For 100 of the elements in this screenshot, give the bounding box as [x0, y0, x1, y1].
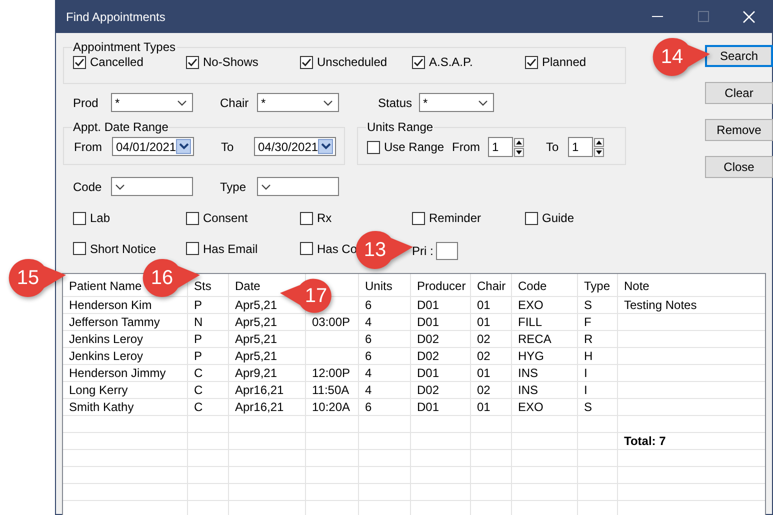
action-button[interactable]: Close — [705, 156, 773, 178]
table-cell: D02 — [417, 332, 440, 346]
column-header[interactable]: Patient Name — [69, 279, 142, 293]
checkbox[interactable] — [186, 242, 199, 255]
table-cell: D02 — [417, 349, 440, 363]
table-cell: 02 — [477, 383, 490, 397]
table-cell: EXO — [518, 298, 544, 312]
checkbox[interactable] — [412, 56, 425, 68]
table-cell: Jenkins Leroy — [69, 349, 144, 363]
dropdown-field[interactable]: * — [419, 93, 494, 112]
spin-up-icon[interactable] — [514, 138, 524, 146]
table-cell: P — [194, 349, 202, 363]
table-cell: Jefferson Tammy — [69, 315, 160, 329]
priority-field[interactable] — [436, 242, 458, 260]
chevron-down-icon — [323, 100, 333, 106]
checkbox[interactable] — [367, 140, 380, 154]
checkbox-label: Short Notice — [90, 242, 156, 256]
column-header[interactable]: Note — [624, 279, 650, 293]
table-cell: 10:20A — [312, 400, 350, 414]
field-label: Chair — [219, 96, 250, 110]
checkbox[interactable] — [300, 212, 313, 224]
action-button[interactable]: Remove — [705, 119, 773, 141]
column-header[interactable]: Code — [518, 279, 547, 293]
column-header[interactable]: Date — [235, 279, 260, 293]
spin-up-icon[interactable] — [594, 138, 604, 146]
dropdown-field[interactable] — [111, 177, 193, 196]
table-cell: N — [194, 315, 203, 329]
checkbox[interactable] — [412, 212, 425, 224]
group-title: Appt. Date Range — [72, 120, 170, 134]
spin-down-icon[interactable] — [514, 148, 524, 156]
date-field[interactable]: 04/01/2021 — [112, 137, 194, 156]
table-cell: 01 — [477, 298, 490, 312]
field-label: Type — [219, 180, 248, 194]
checkbox-label: Has Email — [203, 242, 258, 256]
date-field[interactable]: 04/30/2021 — [254, 137, 336, 156]
checkbox[interactable] — [525, 56, 538, 68]
table-cell: 01 — [477, 400, 490, 414]
checkbox[interactable] — [186, 56, 199, 68]
checkbox[interactable] — [186, 212, 199, 224]
table-cell: R — [584, 332, 593, 346]
column-header[interactable]: Producer — [417, 279, 466, 293]
action-button[interactable]: Clear — [705, 82, 773, 104]
table-cell: D01 — [417, 366, 440, 380]
number-field[interactable]: 1 — [488, 137, 514, 157]
checkbox-label: Reminder — [429, 211, 482, 225]
checkbox[interactable] — [73, 56, 86, 68]
dropdown-field[interactable] — [257, 177, 339, 196]
dropdown-field[interactable]: * — [111, 93, 193, 112]
dropdown-field[interactable]: * — [257, 93, 339, 112]
spin-down-icon[interactable] — [594, 148, 604, 156]
table-cell: 4 — [365, 383, 372, 397]
table-cell: INS — [518, 383, 538, 397]
number-field[interactable]: 1 — [568, 137, 594, 157]
field-label: Pri : — [412, 244, 434, 258]
field-label: Status — [377, 96, 414, 110]
checkbox[interactable] — [73, 212, 86, 224]
table-cell: Smith Kathy — [69, 400, 134, 414]
table-cell: Testing Notes — [624, 298, 697, 312]
column-header[interactable]: Units — [365, 279, 392, 293]
table-cell: S — [584, 298, 592, 312]
checkbox[interactable] — [525, 212, 538, 224]
table-cell: Henderson Jimmy — [69, 366, 166, 380]
column-header[interactable]: Type — [584, 279, 610, 293]
checkbox[interactable] — [300, 242, 313, 255]
checkbox[interactable] — [73, 242, 86, 255]
table-cell: Apr5,21 — [235, 332, 278, 346]
table-cell: 4 — [365, 315, 372, 329]
table-cell: 12:00P — [312, 366, 350, 380]
table-cell: F — [584, 315, 592, 329]
close-icon[interactable] — [743, 10, 755, 22]
checkbox-label: Unscheduled — [317, 55, 388, 69]
table-cell: Apr5,21 — [235, 298, 278, 312]
checkbox-label: A.S.A.P. — [429, 55, 473, 69]
table-cell: 11:50A — [312, 383, 350, 397]
table-cell: FILL — [518, 315, 542, 329]
field-label: From — [452, 140, 480, 154]
checkbox-label: Consent — [203, 211, 248, 225]
column-header[interactable]: Chair — [477, 279, 506, 293]
table-cell: D01 — [417, 298, 440, 312]
checkbox-label: Guide — [542, 211, 574, 225]
calendar-dropdown-button[interactable] — [318, 139, 333, 154]
table-cell: P — [194, 332, 202, 346]
checkbox-label: Rx — [317, 211, 332, 225]
table-cell: Apr5,21 — [235, 349, 278, 363]
table-cell: I — [584, 366, 588, 380]
checkbox[interactable] — [300, 56, 313, 68]
calendar-dropdown-button[interactable] — [176, 139, 191, 154]
table-cell: 6 — [365, 332, 372, 346]
group-title: Units Range — [366, 120, 434, 134]
callout-marker: 14 — [652, 37, 712, 77]
chevron-down-icon — [478, 100, 488, 106]
field-label: From — [73, 140, 103, 154]
action-button[interactable]: Search — [705, 45, 773, 67]
table-cell: Henderson Kim — [69, 298, 152, 312]
group-title: Appointment Types — [72, 40, 177, 54]
column-header[interactable]: Sts — [194, 279, 212, 293]
table-cell: 02 — [477, 332, 490, 346]
checkbox-label: Lab — [90, 211, 110, 225]
table-cell: I — [584, 383, 588, 397]
field-label: To — [220, 140, 235, 154]
